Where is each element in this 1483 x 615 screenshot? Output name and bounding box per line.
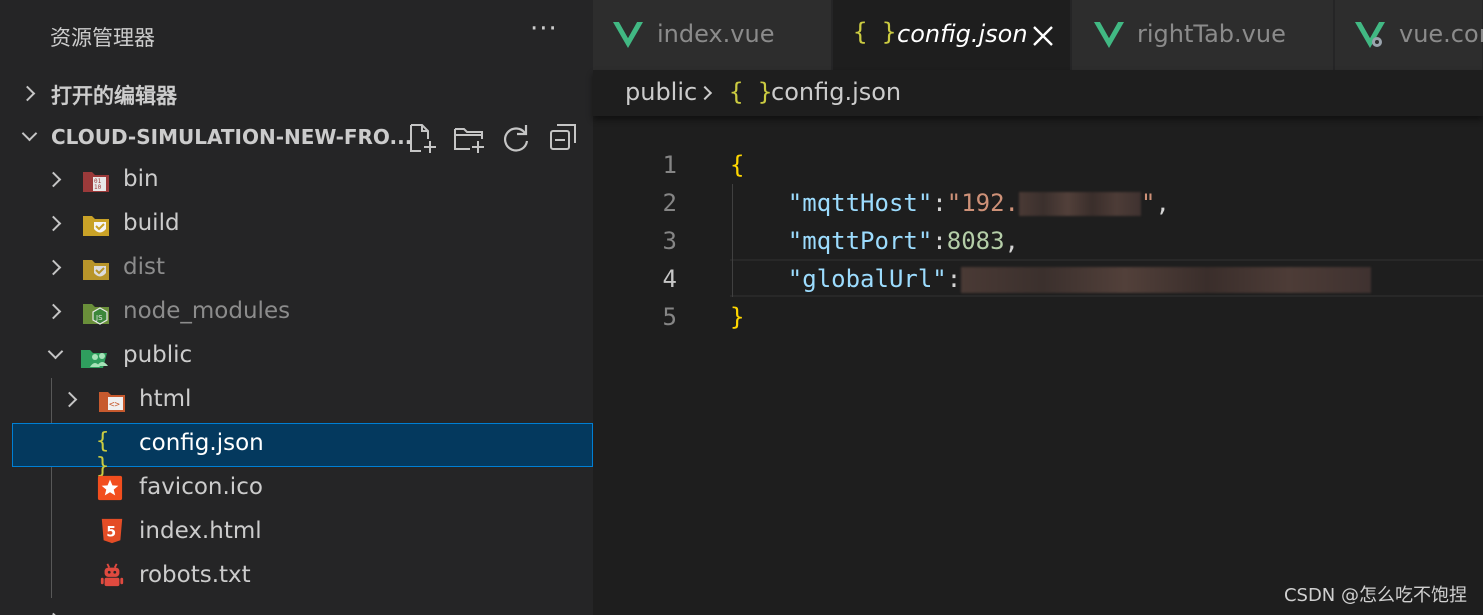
tab-label: index.vue: [657, 20, 775, 48]
folder-html-icon: <>: [99, 392, 125, 412]
vue-config-icon: [1355, 22, 1385, 48]
json-number-value: 8083: [946, 227, 1005, 255]
breadcrumb-folder[interactable]: public: [625, 78, 697, 106]
open-brace: {: [730, 151, 745, 179]
close-brace: }: [730, 303, 745, 331]
watermark: CSDN @怎么吃不饱捏: [1283, 585, 1467, 606]
line-number: 1: [662, 151, 677, 179]
code-line-4: "globalUrl":: [730, 265, 1372, 293]
tree-item-build[interactable]: build: [12, 203, 593, 247]
robots-file-icon: [100, 563, 124, 587]
folder-dist-icon: [83, 260, 109, 280]
tree-item-label: favicon.ico: [139, 474, 263, 500]
tree-item-html[interactable]: <> html: [12, 379, 593, 423]
explorer-title: 资源管理器: [50, 26, 155, 50]
collapse-all-icon[interactable]: [547, 121, 581, 155]
json-file-icon: { }: [96, 429, 110, 479]
chevron-right-icon: [45, 215, 62, 232]
comma: ,: [1155, 189, 1170, 217]
breadcrumb-file[interactable]: config.json: [771, 78, 901, 106]
tab-label: vue.con: [1399, 20, 1483, 48]
colon: :: [946, 265, 962, 293]
colon: :: [932, 189, 947, 217]
tree-item-config-json[interactable]: { } config.json: [12, 423, 593, 479]
html5-file-icon: 5: [101, 518, 123, 544]
line-number: 2: [662, 189, 677, 217]
tree-item-label: dist: [123, 254, 165, 280]
more-actions-icon[interactable]: ···: [530, 14, 558, 44]
tree-item-public[interactable]: public: [12, 335, 593, 379]
colon: :: [932, 227, 947, 255]
tree-item-dist[interactable]: dist: [12, 247, 593, 291]
tab-index-vue[interactable]: index.vue: [593, 0, 832, 70]
chevron-right-icon: [697, 85, 713, 101]
code-line-5: }: [730, 303, 744, 331]
tree-item-label: robots.txt: [139, 562, 251, 588]
chevron-right-icon: [45, 303, 62, 320]
open-editors-section[interactable]: 打开的编辑器: [0, 72, 593, 116]
redacted-region: [1019, 192, 1141, 216]
folder-bin-icon: 01 10: [83, 172, 109, 192]
chevron-right-icon: [61, 391, 78, 408]
new-file-icon[interactable]: [405, 121, 439, 155]
editor-tab-bar: index.vue { } config.json rightTab.vue v…: [593, 0, 1483, 70]
tree-item-label: node_modules: [123, 298, 291, 324]
chevron-right-icon: [19, 85, 36, 102]
tree-item-partial[interactable]: [12, 600, 593, 615]
explorer-sidebar: 资源管理器 ··· 打开的编辑器 CLOUD-SIMULATION-NEW-FR…: [0, 0, 593, 615]
tab-righttab-vue[interactable]: rightTab.vue: [1072, 0, 1334, 70]
new-folder-icon[interactable]: [452, 121, 486, 155]
code-line-3: "mqttPort":8083,: [730, 227, 1019, 255]
favicon-file-icon: [97, 475, 123, 501]
json-string-value: "192.: [946, 189, 1019, 217]
code-editor[interactable]: 1 2 3 4 5 { "mqttHost":"192. ", "mqttPort…: [593, 116, 1483, 615]
breadcrumb: public { } config.json: [593, 70, 1483, 116]
close-icon[interactable]: [1030, 23, 1056, 49]
tree-item-label: bin: [123, 166, 159, 192]
json-key: "globalUrl": [787, 265, 947, 293]
line-number: 5: [662, 303, 677, 331]
folder-build-icon: [83, 216, 109, 236]
tab-label: config.json: [897, 20, 1028, 48]
svg-text:5: 5: [106, 525, 116, 541]
tree-item-label: public: [123, 342, 193, 368]
vue-icon: [613, 22, 643, 48]
tab-vue-config[interactable]: vue.con: [1335, 0, 1483, 70]
code-line-2: "mqttHost":"192. ",: [730, 189, 1170, 217]
svg-text:10: 10: [94, 184, 102, 191]
json-key: "mqttPort": [787, 227, 933, 255]
json-braces-icon: { }: [853, 18, 897, 46]
tree-item-label: build: [123, 210, 180, 236]
tab-label: rightTab.vue: [1137, 20, 1286, 48]
json-key: "mqttHost": [787, 189, 933, 217]
folder-node-icon: JS: [83, 304, 109, 325]
vue-icon: [1094, 22, 1124, 48]
chevron-right-icon: [45, 171, 62, 188]
json-braces-icon: { }: [729, 78, 773, 106]
tree-item-index-html[interactable]: 5 index.html: [12, 511, 593, 555]
redacted-region: [961, 267, 1372, 293]
line-number: 3: [662, 227, 677, 255]
chevron-down-icon: [47, 343, 64, 360]
json-string-quote: ": [1141, 189, 1156, 217]
line-number: 4: [662, 265, 677, 293]
comma: ,: [1004, 227, 1019, 255]
tree-item-bin[interactable]: 01 10 bin: [12, 159, 593, 203]
chevron-right-icon: [45, 259, 62, 276]
tree-item-label: config.json: [139, 430, 264, 456]
folder-public-icon: [81, 350, 108, 368]
svg-text:JS: JS: [95, 314, 103, 322]
svg-text:<>: <>: [109, 400, 120, 410]
tree-item-robots[interactable]: robots.txt: [12, 555, 593, 599]
project-label: CLOUD-SIMULATION-NEW-FRO...: [51, 125, 413, 149]
refresh-icon[interactable]: [499, 121, 533, 155]
tree-item-label: html: [139, 386, 192, 412]
tree-item-label: index.html: [139, 518, 262, 544]
code-line-1: {: [730, 151, 744, 179]
tab-config-json[interactable]: { } config.json: [833, 0, 1071, 70]
tree-item-favicon[interactable]: favicon.ico: [12, 467, 593, 511]
open-editors-label: 打开的编辑器: [51, 84, 177, 108]
tree-item-node-modules[interactable]: JS node_modules: [12, 291, 593, 335]
chevron-down-icon: [21, 125, 38, 142]
